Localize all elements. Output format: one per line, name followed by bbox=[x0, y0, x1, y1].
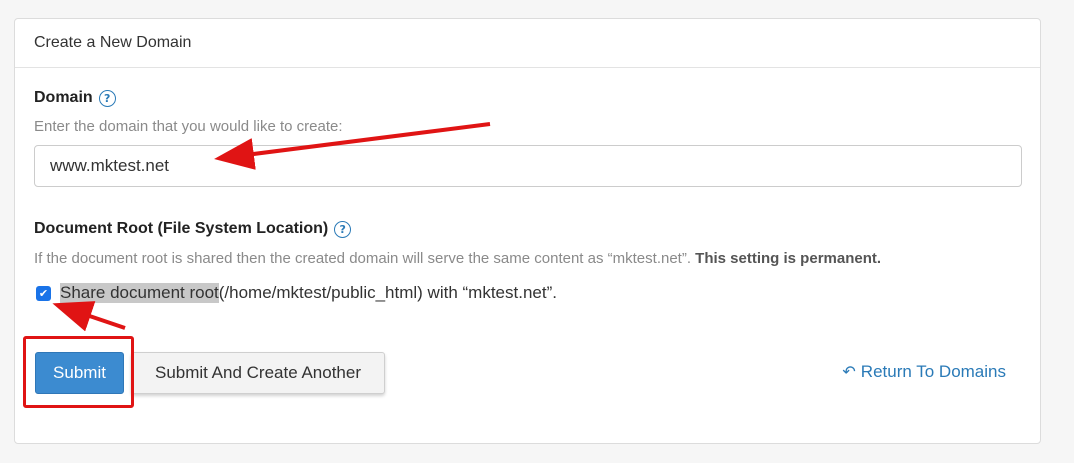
permanent-warning: This setting is permanent. bbox=[695, 250, 882, 267]
share-docroot-label: Share document root bbox=[60, 283, 219, 303]
create-domain-panel: Create a New Domain Domain ? Enter the d… bbox=[14, 18, 1041, 444]
help-icon[interactable]: ? bbox=[334, 220, 352, 238]
domain-label-text: Domain bbox=[34, 89, 93, 106]
share-docroot-checkbox[interactable]: ✔ bbox=[36, 285, 51, 301]
submit-button[interactable]: Submit bbox=[35, 352, 124, 394]
docroot-label: Document Root (File System Location) ? bbox=[34, 220, 352, 238]
return-to-domains-label[interactable]: Return To Domains bbox=[861, 362, 1006, 382]
panel-title: Create a New Domain bbox=[15, 19, 1040, 68]
docroot-hint-text: If the document root is shared then the … bbox=[34, 250, 691, 267]
domain-hint: Enter the domain that you would like to … bbox=[34, 118, 343, 135]
docroot-label-text: Document Root (File System Location) bbox=[34, 220, 329, 237]
return-to-domains-link[interactable]: ↶ Return To Domains bbox=[842, 362, 1006, 382]
help-icon[interactable]: ? bbox=[98, 89, 116, 107]
share-docroot-row: ✔ Share document root (/home/mktest/publ… bbox=[34, 283, 557, 303]
domain-input[interactable] bbox=[34, 145, 1022, 187]
domain-label: Domain ? bbox=[34, 89, 116, 107]
submit-and-create-another-button[interactable]: Submit And Create Another bbox=[131, 352, 385, 394]
return-arrow-icon: ↶ bbox=[842, 364, 856, 381]
share-docroot-path: (/home/mktest/public_html) with “mktest.… bbox=[218, 283, 557, 302]
docroot-hint: If the document root is shared then the … bbox=[34, 250, 881, 267]
